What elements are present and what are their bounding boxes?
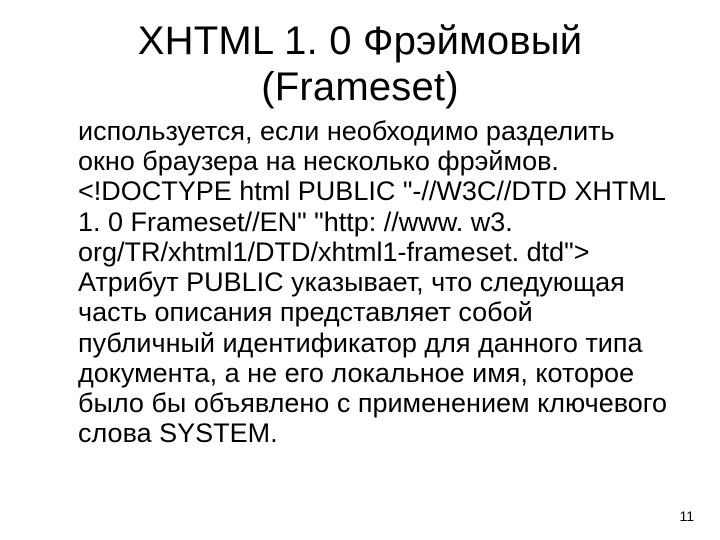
- paragraph-public: Атрибут PUBLIC указывает, что следующая …: [50, 267, 670, 448]
- slide-title: XHTML 1. 0 Фрэймовый (Frameset): [50, 18, 670, 110]
- paragraph-doctype: <!DOCTYPE html PUBLIC "-//W3C//DTD XHTML…: [50, 176, 670, 267]
- paragraph-intro: используется, если необходимо разделить …: [50, 116, 670, 176]
- slide-body: используется, если необходимо разделить …: [50, 116, 670, 449]
- page-number: 11: [679, 508, 694, 524]
- slide: XHTML 1. 0 Фрэймовый (Frameset) использу…: [0, 0, 720, 540]
